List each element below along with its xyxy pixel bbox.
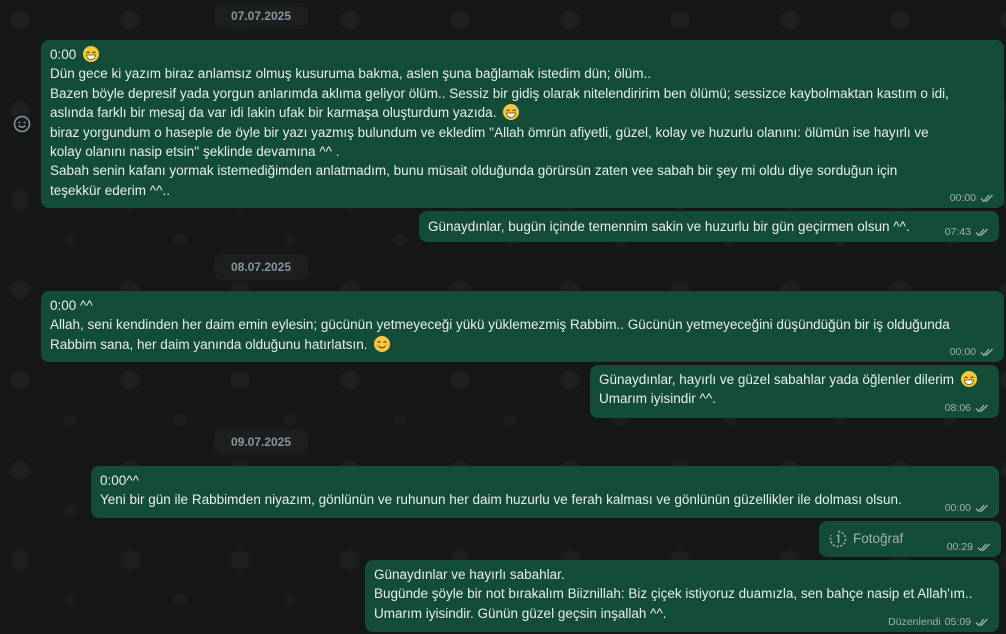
message-meta: 08:06 <box>945 402 989 414</box>
message-text: 0:00 <box>50 47 77 62</box>
smiling-emoji-icon <box>374 335 391 352</box>
message-text: Rabbim sana, her daim yanında olduğunu h… <box>50 336 368 352</box>
message-meta: 00:29 <box>947 541 991 553</box>
view-once-icon <box>829 530 847 548</box>
double-check-icon <box>977 543 990 552</box>
grin-emoji-icon <box>960 371 977 387</box>
message-time: 07:43 <box>944 226 971 238</box>
message-bubble-incoming[interactable]: 0:00 ^^ Allah, seni kendinden her daim e… <box>41 291 1004 362</box>
message-bubble-incoming[interactable]: 0:00^^ Yeni bir gün ile Rabbimden niyazı… <box>91 466 999 518</box>
grin-emoji-icon <box>83 46 100 62</box>
message-text: biraz yorgundum o haseple de öyle bir ya… <box>50 124 929 140</box>
message-bubble-outgoing[interactable]: Günaydınlar, hayırlı ve güzel sabahlar y… <box>590 365 999 418</box>
message-meta: 00:00 <box>945 502 989 514</box>
photo-message-bubble[interactable]: Fotoğraf 00:29 <box>819 521 1001 557</box>
message-meta: 07:43 <box>945 226 989 238</box>
message-text: 0:00 ^^ <box>50 298 93 313</box>
message-text: Allah, seni kendinden her daim emin eyle… <box>50 317 950 333</box>
edited-label: Düzenlendi <box>888 616 941 628</box>
date-separator: 08.07.2025 <box>214 254 308 280</box>
message-bubble-outgoing[interactable]: Günaydınlar ve hayırlı sabahlar. Bugünde… <box>365 560 999 632</box>
message-text: teşekkür ederim ^^.. <box>50 182 170 198</box>
message-text: aslında farklı bir mesaj da var idi laki… <box>50 105 497 121</box>
message-text: Bazen böyle depresif yada yorgun anlarım… <box>50 85 949 101</box>
message-meta: 00:00 <box>950 192 994 204</box>
double-check-icon <box>980 348 993 357</box>
double-check-icon <box>980 194 993 203</box>
double-check-icon <box>975 504 988 513</box>
message-time: 00:29 <box>946 541 973 553</box>
message-text: Sabah senin kafanı yormak istemediğimden… <box>50 163 898 179</box>
message-time: 00:00 <box>949 346 976 358</box>
double-check-icon <box>975 404 988 413</box>
message-text: Günaydınlar, hayırlı ve güzel sabahlar y… <box>599 372 954 387</box>
double-check-icon <box>975 618 988 627</box>
message-text: Dün gece ki yazım biraz anlamsız olmuş k… <box>50 66 652 82</box>
message-bubble-outgoing[interactable]: Günaydınlar, bugün içinde temennim sakin… <box>419 211 999 242</box>
date-separator: 07.07.2025 <box>214 3 308 29</box>
message-meta: 00:00 <box>950 346 994 358</box>
message-time: 08:06 <box>944 402 971 414</box>
sweat-smile-emoji-icon <box>503 104 520 121</box>
message-text: Umarım iyisindir ^^. <box>599 391 716 407</box>
message-text: Yeni bir gün ile Rabbimden niyazım, gönl… <box>100 492 902 508</box>
message-meta: Düzenlendi 05:09 <box>888 616 989 628</box>
date-separator: 09.07.2025 <box>214 429 308 455</box>
smiley-react-icon[interactable] <box>12 114 32 134</box>
message-time: 00:00 <box>949 192 976 204</box>
message-text: 0:00^^ <box>100 473 139 488</box>
message-text: kolay olanını nasip etsin'' şeklinde dev… <box>50 144 340 160</box>
photo-label: Fotoğraf <box>853 531 904 546</box>
message-text: Bugünde şöyle bir not bırakalım Biiznill… <box>374 586 973 602</box>
message-text: Günaydınlar, bugün içinde temennim sakin… <box>428 219 910 234</box>
message-time: 00:00 <box>944 502 971 514</box>
message-text: Günaydınlar ve hayırlı sabahlar. <box>374 567 565 582</box>
message-time: 05:09 <box>944 616 971 628</box>
double-check-icon <box>975 228 988 237</box>
message-bubble-incoming[interactable]: 0:00 Dün gece ki yazım biraz anlamsız ol… <box>41 40 1004 208</box>
